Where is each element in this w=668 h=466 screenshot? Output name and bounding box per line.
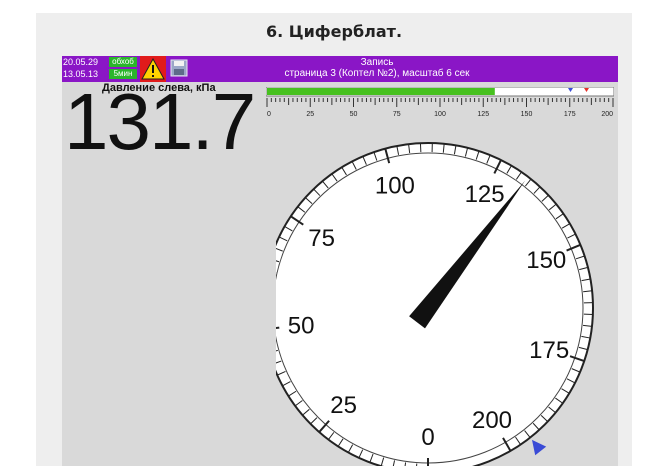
bar-tick-label: 125 [477,111,489,117]
dial-marker-blue [532,439,547,456]
bar-scale: 0 25 50 75 100 125 150 175 200 [266,98,614,118]
dial-label: 75 [308,225,335,252]
device-screen: 20.05.29 13.05.13 обхоб 5мин Запись стра… [62,56,618,466]
bar-tick-label: 200 [601,111,613,117]
mode-title: Запись [360,57,394,68]
bar-tick-label: 150 [521,111,533,117]
bar-tick-label: 50 [350,111,358,117]
figure-caption: 6. Циферблат. [265,22,403,41]
dial-label: 200 [472,407,512,434]
bar-tick-label: 175 [564,111,576,117]
status-pill-1: обхоб [109,57,137,67]
dial-label: 0 [421,424,434,451]
dial-label: 125 [465,181,505,208]
floppy-disk-icon [170,59,188,77]
dial-label: 175 [529,337,569,364]
dial-gauge: 0 25 50 75 100 125 150 175 200 [276,142,594,466]
bar-tick-label: 100 [434,111,446,117]
bar-fill [267,88,495,95]
bar-tick-label: 75 [393,111,401,117]
bar-tick-label: 0 [267,111,271,117]
level-bar-graphic: 0 25 50 75 100 125 150 175 200 [265,86,615,118]
level-bar: 0 25 50 75 100 125 150 175 200 [265,86,615,118]
date-readout: 20.05.29 [63,57,99,67]
dial-label: 100 [375,172,415,199]
dial-label: 150 [526,247,566,274]
save-button[interactable] [170,59,188,77]
dial-label: 25 [330,392,357,419]
channel-value: 131.7 [64,77,256,166]
bar-tick-label: 25 [306,111,314,117]
page-title: страница 3 (Коптел №2), масштаб 6 сек [284,68,470,79]
dial-label: 50 [288,313,315,340]
